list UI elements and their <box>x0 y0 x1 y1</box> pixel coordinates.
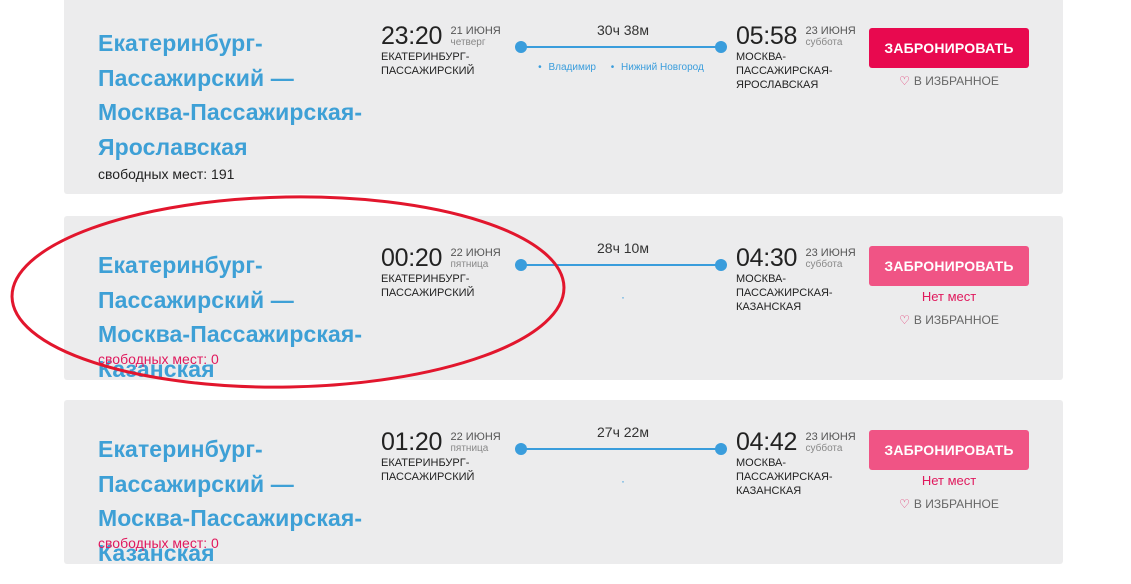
arrival-dot <box>715 443 727 455</box>
arrival-time: 05:58 <box>736 22 798 50</box>
heart-icon: ♡ <box>899 313 910 327</box>
departure-weekday: четверг <box>450 37 486 48</box>
seats-count: 0 <box>211 351 219 367</box>
departure: 01:20 22 ИЮНЯ пятница ЕКАТЕРИНБУРГ- ПАССА… <box>381 429 521 484</box>
stops-indicator: · <box>621 290 625 304</box>
add-to-favorites[interactable]: ♡ В ИЗБРАННОЕ <box>869 313 1029 327</box>
route-track: 27ч 22м · <box>515 424 729 494</box>
departure-dot <box>515 443 527 455</box>
free-seats: свободных мест: 0 <box>98 351 219 367</box>
stop-item[interactable]: • Нижний Новгород <box>611 62 708 73</box>
arrival-date: 23 ИЮНЯ <box>805 247 856 259</box>
departure: 00:20 22 ИЮНЯ пятница ЕКАТЕРИНБУРГ- ПАССА… <box>381 245 521 300</box>
arrival-dot <box>715 259 727 271</box>
track-line <box>521 264 721 266</box>
free-seats: свободных мест: 191 <box>98 166 234 182</box>
route-track: 30ч 38м • Владимир • Нижний Новгород <box>515 22 729 92</box>
departure-station: ЕКАТЕРИНБУРГ- ПАССАЖИРСКИЙ <box>381 51 475 77</box>
arrival-weekday: суббота <box>805 259 843 270</box>
departure-station: ЕКАТЕРИНБУРГ- ПАССАЖИРСКИЙ <box>381 273 475 299</box>
departure-date: 22 ИЮНЯ <box>450 247 501 259</box>
arrival: 05:58 23 ИЮНЯ суббота МОСКВА- ПАССАЖИРСКА… <box>736 23 876 92</box>
departure-time: 01:20 <box>381 428 443 456</box>
add-to-favorites[interactable]: ♡ В ИЗБРАННОЕ <box>869 74 1029 88</box>
departure-time: 00:20 <box>381 244 443 272</box>
arrival-date: 23 ИЮНЯ <box>805 25 856 37</box>
track-line <box>521 448 721 450</box>
departure-dot <box>515 259 527 271</box>
departure-date: 22 ИЮНЯ <box>450 431 501 443</box>
departure-date: 21 ИЮНЯ <box>450 25 501 37</box>
duration: 28ч 10м <box>597 240 649 256</box>
arrival: 04:42 23 ИЮНЯ суббота МОСКВА- ПАССАЖИРСКА… <box>736 429 876 498</box>
departure: 23:20 21 ИЮНЯ четверг ЕКАТЕРИНБУРГ- ПАССА… <box>381 23 521 78</box>
arrival-station: МОСКВА- ПАССАЖИРСКАЯ- КАЗАНСКАЯ <box>736 457 833 497</box>
no-seats-label: Нет мест <box>921 473 977 488</box>
train-card: Екатеринбург-Пассажирский — Москва-Пасса… <box>64 216 1063 382</box>
train-card: Екатеринбург-Пассажирский — Москва-Пасса… <box>64 0 1063 194</box>
arrival-weekday: суббота <box>805 37 843 48</box>
add-to-favorites[interactable]: ♡ В ИЗБРАННОЕ <box>869 497 1029 511</box>
duration: 30ч 38м <box>597 22 649 38</box>
arrival: 04:30 23 ИЮНЯ суббота МОСКВА- ПАССАЖИРСКА… <box>736 245 876 314</box>
arrival-time: 04:42 <box>736 428 798 456</box>
arrival-time: 04:30 <box>736 244 798 272</box>
arrival-dot <box>715 41 727 53</box>
arrival-weekday: суббота <box>805 443 843 454</box>
intermediate-stops: • Владимир • Нижний Новгород <box>517 62 729 73</box>
arrival-station: МОСКВА- ПАССАЖИРСКАЯ- КАЗАНСКАЯ <box>736 273 833 313</box>
departure-weekday: пятница <box>450 443 489 454</box>
no-seats-label: Нет мест <box>921 289 977 304</box>
book-button[interactable]: ЗАБРОНИРОВАТЬ <box>869 430 1029 470</box>
heart-icon: ♡ <box>899 74 910 88</box>
stops-indicator: · <box>621 474 625 488</box>
arrival-station: МОСКВА- ПАССАЖИРСКАЯ- ЯРОСЛАВСКАЯ <box>736 51 833 91</box>
seats-count: 191 <box>211 166 235 182</box>
arrival-date: 23 ИЮНЯ <box>805 431 856 443</box>
book-button[interactable]: ЗАБРОНИРОВАТЬ <box>869 246 1029 286</box>
departure-weekday: пятница <box>450 259 489 270</box>
duration: 27ч 22м <box>597 424 649 440</box>
stop-item[interactable]: • Владимир <box>538 62 600 73</box>
route-title[interactable]: Екатеринбург-Пассажирский — Москва-Пасса… <box>98 26 388 164</box>
heart-icon: ♡ <box>899 497 910 511</box>
seats-label: свободных мест: <box>98 351 212 367</box>
book-button[interactable]: ЗАБРОНИРОВАТЬ <box>869 28 1029 68</box>
train-card: Екатеринбург-Пассажирский — Москва-Пасса… <box>64 400 1063 566</box>
departure-time: 23:20 <box>381 22 443 50</box>
route-track: 28ч 10м · <box>515 240 729 310</box>
seats-label: свободных мест: <box>98 535 212 551</box>
free-seats: свободных мест: 0 <box>98 535 219 551</box>
departure-station: ЕКАТЕРИНБУРГ- ПАССАЖИРСКИЙ <box>381 457 475 483</box>
departure-dot <box>515 41 527 53</box>
track-line <box>521 46 721 48</box>
seats-label: свободных мест: <box>98 166 212 182</box>
seats-count: 0 <box>211 535 219 551</box>
